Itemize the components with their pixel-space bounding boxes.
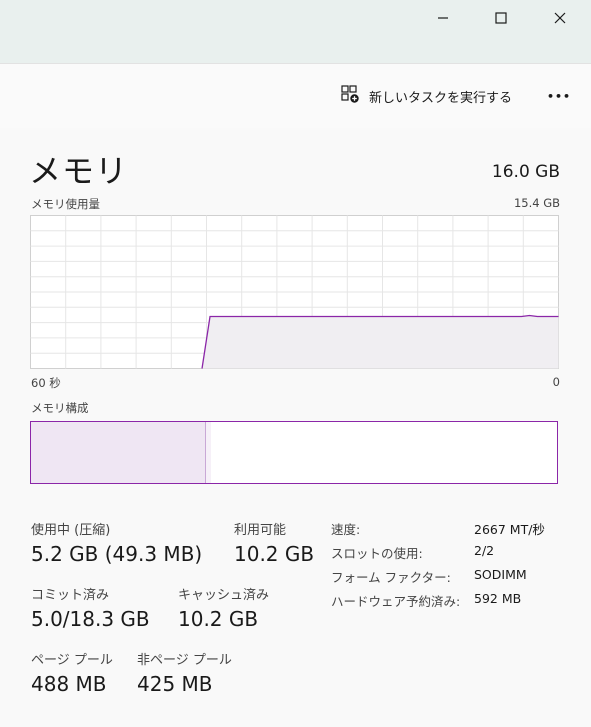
memory-composition-bar bbox=[30, 421, 558, 484]
paged-pool-label: ページ プール bbox=[31, 653, 113, 668]
page-title: メモリ bbox=[29, 152, 129, 190]
reserved-label: ハードウェア予約済み: bbox=[331, 594, 461, 609]
usage-graph-label: メモリ使用量 bbox=[31, 197, 100, 211]
maximize-icon bbox=[495, 9, 507, 28]
composition-in-use bbox=[31, 422, 205, 483]
paged-pool-value: 488 MB bbox=[31, 672, 107, 696]
run-new-task-button[interactable]: 新しいタスクを実行する bbox=[340, 84, 512, 108]
in-use-label: 使用中 (圧縮) bbox=[31, 523, 111, 538]
speed-label: 速度: bbox=[331, 522, 361, 537]
composition-label: メモリ構成 bbox=[31, 401, 89, 415]
slots-value: 2/2 bbox=[474, 543, 495, 558]
speed-value: 2667 MT/秒 bbox=[474, 522, 545, 537]
usage-area bbox=[202, 315, 559, 369]
command-bar: 新しいタスクを実行する ••• bbox=[0, 63, 591, 129]
committed-label: コミット済み bbox=[31, 588, 110, 603]
total-memory: 16.0 GB bbox=[491, 162, 560, 182]
committed-value: 5.0/18.3 GB bbox=[31, 607, 150, 631]
minimize-icon bbox=[437, 9, 449, 28]
available-value: 10.2 GB bbox=[234, 542, 315, 566]
minimize-button[interactable] bbox=[428, 9, 458, 27]
composition-modified bbox=[204, 422, 211, 483]
new-task-icon bbox=[340, 84, 360, 108]
in-use-value: 5.2 GB (49.3 MB) bbox=[31, 542, 203, 566]
title-bar bbox=[0, 0, 591, 63]
run-new-task-label: 新しいタスクを実行する bbox=[369, 90, 513, 106]
cached-label: キャッシュ済み bbox=[178, 588, 270, 603]
graph-axis-end: 0 bbox=[552, 375, 560, 389]
maximize-button[interactable] bbox=[486, 9, 516, 27]
graph-axis-start: 60 秒 bbox=[31, 376, 61, 390]
form-factor-value: SODIMM bbox=[474, 567, 527, 582]
more-options-button[interactable]: ••• bbox=[544, 86, 574, 106]
nonpaged-pool-value: 425 MB bbox=[137, 672, 213, 696]
form-factor-label: フォーム ファクター: bbox=[331, 570, 451, 585]
reserved-value: 592 MB bbox=[474, 591, 522, 606]
usage-graph-max: 15.4 GB bbox=[513, 196, 560, 210]
memory-panel: メモリ 16.0 GB メモリ使用量 15.4 GB 60 秒 0 メモリ構成 … bbox=[0, 128, 591, 727]
cached-value: 10.2 GB bbox=[178, 607, 259, 631]
memory-usage-graph bbox=[30, 215, 559, 369]
more-icon: ••• bbox=[546, 89, 572, 103]
close-button[interactable] bbox=[545, 9, 575, 27]
nonpaged-pool-label: 非ページ プール bbox=[137, 653, 232, 668]
slots-label: スロットの使用: bbox=[331, 546, 423, 561]
close-icon bbox=[554, 9, 566, 28]
available-label: 利用可能 bbox=[234, 523, 287, 538]
